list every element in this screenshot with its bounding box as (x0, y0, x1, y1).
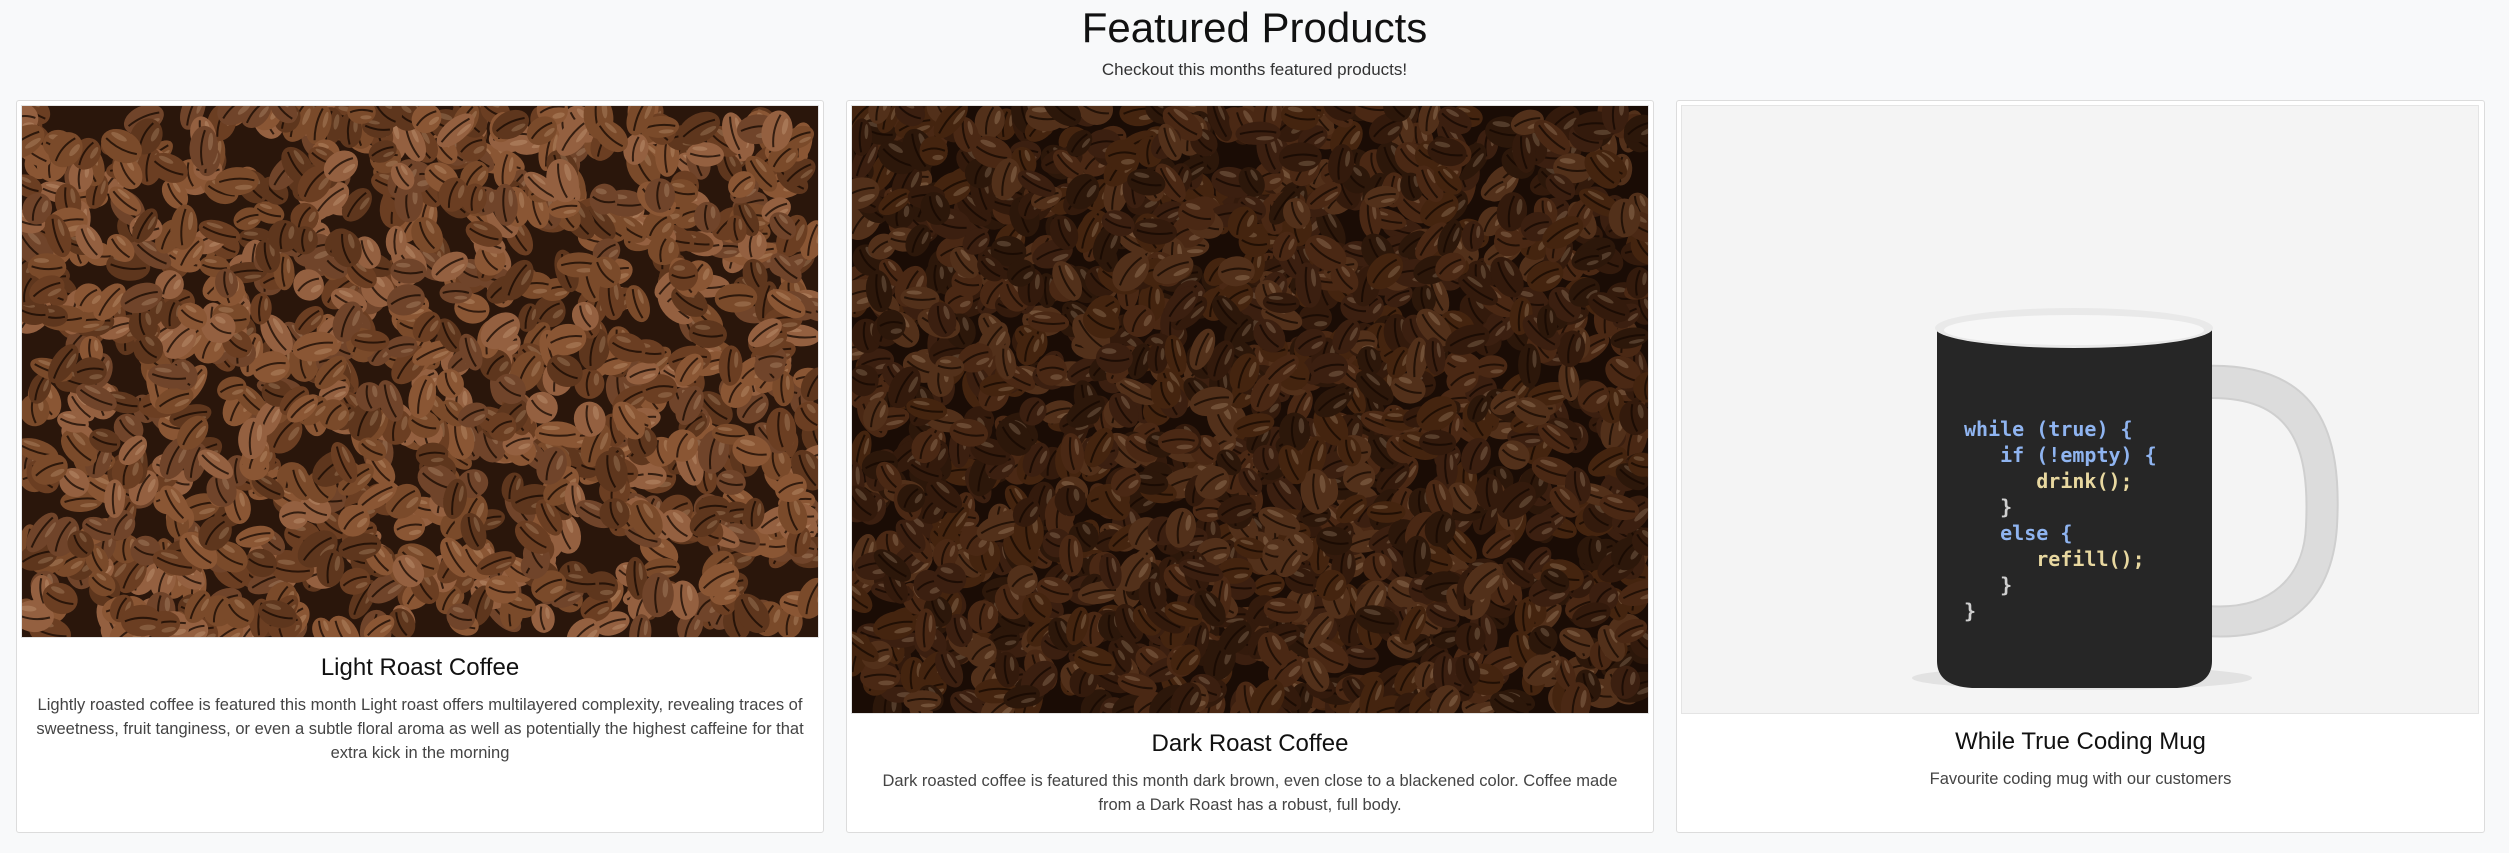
featured-products-page: Featured Products Checkout this months f… (0, 0, 2509, 853)
coffee-beans-dark-image[interactable] (851, 105, 1649, 714)
product-card-coding-mug[interactable]: while (true) { if (!empty) { drink(); } … (1676, 100, 2485, 833)
product-title[interactable]: While True Coding Mug (1677, 727, 2484, 757)
mug-code-line: } (1964, 495, 2012, 519)
product-description: Lightly roasted coffee is featured this … (36, 696, 804, 762)
product-title[interactable]: Dark Roast Coffee (847, 729, 1653, 759)
mug-code-line: } (1964, 573, 2012, 597)
mug-code-line: drink(); (1964, 469, 2133, 493)
mug-code-line: while (true) { (1964, 417, 2133, 441)
product-description: Favourite coding mug with our customers (1929, 770, 2232, 788)
mug-code-line: refill(); (1964, 547, 2145, 571)
mug-icon: while (true) { if (!empty) { drink(); } … (1682, 106, 2478, 713)
product-card-dark-roast[interactable]: Dark Roast Coffee Dark roasted coffee is… (846, 100, 1654, 833)
section-title: Featured Products (1081, 4, 1428, 51)
coding-mug-image[interactable]: while (true) { if (!empty) { drink(); } … (1681, 105, 2479, 714)
product-title[interactable]: Light Roast Coffee (17, 653, 823, 683)
coffee-beans-light-icon (22, 106, 818, 637)
mug-code-line: } (1964, 599, 1976, 623)
product-description: Dark roasted coffee is featured this mon… (882, 772, 1618, 814)
mug-code-line: if (!empty) { (1964, 443, 2157, 467)
section-subtitle: Checkout this months featured products! (1101, 60, 1408, 79)
mug-code-line: else { (1964, 521, 2072, 545)
coffee-beans-dark-icon (852, 106, 1648, 713)
coffee-beans-light-image[interactable] (21, 105, 819, 638)
product-card-light-roast[interactable]: Light Roast Coffee Lightly roasted coffe… (16, 100, 824, 833)
